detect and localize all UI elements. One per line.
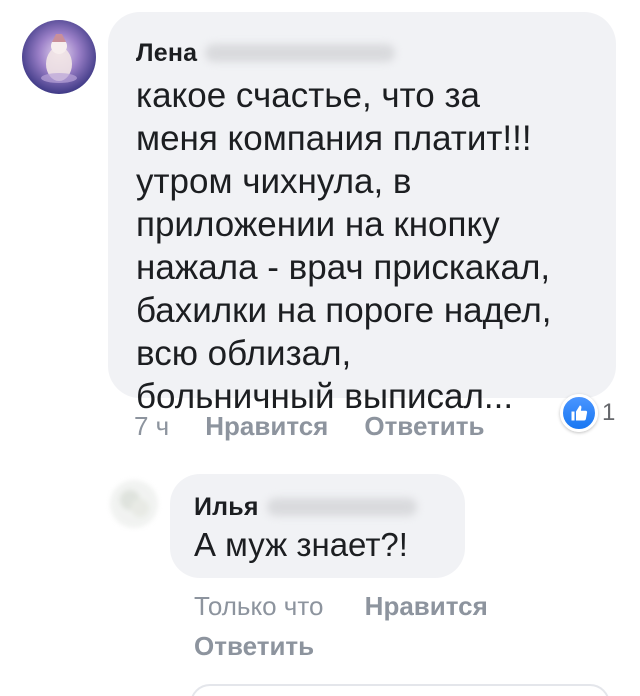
- next-comment-edge: [190, 684, 610, 696]
- comment-actions: 7 ч Нравится Ответить: [134, 408, 485, 444]
- reply-reply-button[interactable]: Ответить: [194, 631, 314, 661]
- reply-actions: Только что Нравится Ответить: [194, 586, 574, 666]
- redacted-surname: [266, 498, 417, 516]
- redacted-surname: [205, 44, 396, 62]
- comment-author[interactable]: Лена: [136, 39, 197, 68]
- comment-thread: Лена какое счастье, что за меня компания…: [0, 0, 640, 696]
- reply-like-button[interactable]: Нравится: [365, 591, 488, 621]
- reply-bubble: Илья А муж знает?!: [170, 474, 465, 578]
- comment-timestamp[interactable]: 7 ч: [134, 411, 169, 442]
- reply-author[interactable]: Илья: [194, 493, 259, 522]
- reply-timestamp[interactable]: Только что: [194, 591, 323, 621]
- reply-button[interactable]: Ответить: [364, 411, 484, 442]
- like-icon: [560, 394, 598, 432]
- avatar[interactable]: [22, 20, 96, 94]
- like-button[interactable]: Нравится: [205, 411, 328, 442]
- comment-text: какое счастье, что за меня компания плат…: [136, 76, 552, 416]
- comment-bubble: Лена какое счастье, что за меня компания…: [108, 12, 616, 416]
- reaction-count: 1: [602, 399, 616, 426]
- reply-text: А муж знает?!: [194, 526, 408, 563]
- reply-avatar[interactable]: [110, 480, 158, 528]
- reaction-summary[interactable]: 1: [560, 394, 615, 432]
